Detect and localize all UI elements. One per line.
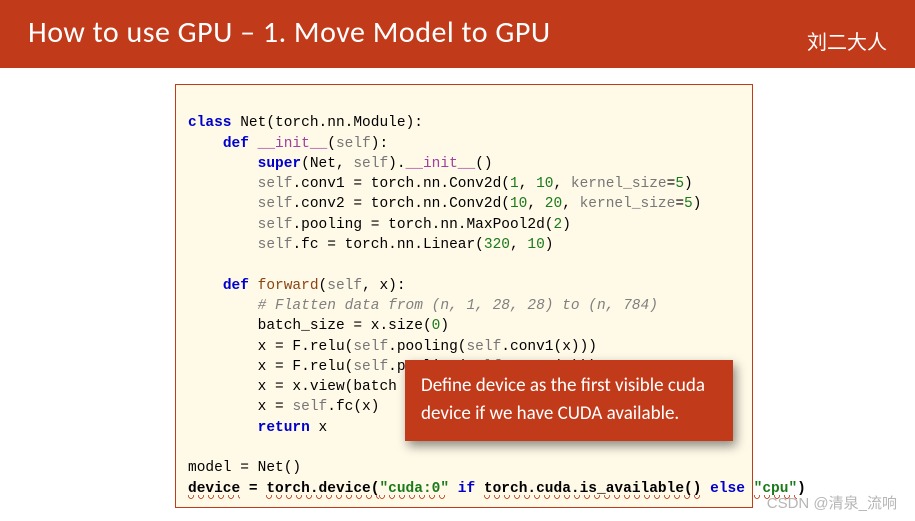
code-line-15: return x xyxy=(188,420,327,436)
tooltip-line-2: device if we have CUDA available. xyxy=(421,402,679,425)
code-line-8: def forward(self, x): xyxy=(188,278,406,294)
code-line-11: x = F.relu(self.pooling(self.conv1(x))) xyxy=(188,339,597,355)
blank-line-2 xyxy=(188,440,197,456)
code-line-9: # Flatten data from (n, 1, 28, 28) to (n… xyxy=(188,298,658,314)
code-block: class Net(torch.nn.Module): def __init__… xyxy=(175,84,753,508)
code-line-14: x = self.fc(x) xyxy=(188,399,379,415)
code-line-4: self.conv1 = torch.nn.Conv2d(1, 10, kern… xyxy=(188,176,693,192)
slide-header: How to use GPU – 1. Move Model to GPU 刘二… xyxy=(0,0,915,68)
slide-title: How to use GPU – 1. Move Model to GPU xyxy=(28,14,551,51)
watermark-text: CSDN @清泉_流响 xyxy=(767,492,897,513)
tooltip-line-1: Define device as the first visible cuda xyxy=(421,374,705,397)
code-line-6: self.pooling = torch.nn.MaxPool2d(2) xyxy=(188,217,571,233)
code-line-3: super(Net, self).__init__() xyxy=(188,156,493,172)
code-line-1: class Net(torch.nn.Module): xyxy=(188,115,423,131)
slide-author: 刘二大人 xyxy=(807,26,887,55)
blank-line xyxy=(188,257,197,273)
code-line-2: def __init__(self): xyxy=(188,136,388,152)
code-line-5: self.conv2 = torch.nn.Conv2d(10, 20, ker… xyxy=(188,196,701,212)
code-line-13: x = x.view(batch xyxy=(188,379,397,395)
code-line-16: model = Net() xyxy=(188,460,301,476)
code-line-10: batch_size = x.size(0) xyxy=(188,318,449,334)
code-line-7: self.fc = torch.nn.Linear(320, 10) xyxy=(188,237,554,253)
tooltip-callout: Define device as the first visible cuda … xyxy=(405,360,733,441)
code-line-17: device = torch.device("cuda:0" if torch.… xyxy=(188,481,806,497)
